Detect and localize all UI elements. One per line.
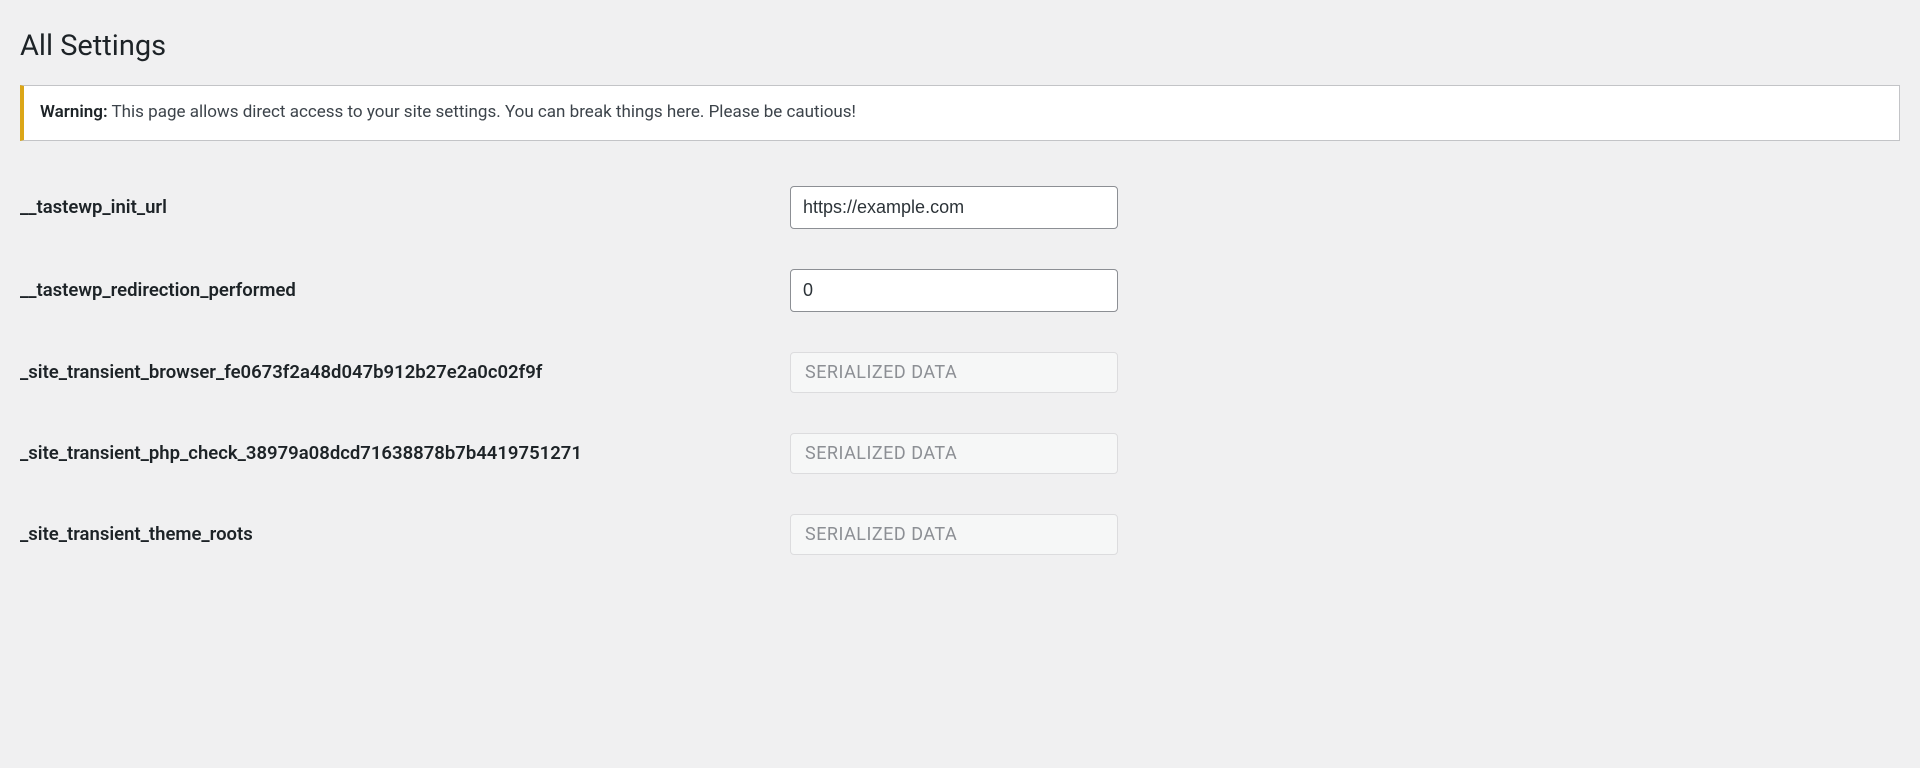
warning-label: Warning: bbox=[40, 102, 108, 122]
serialized-data-display: SERIALIZED DATA bbox=[790, 514, 1118, 555]
setting-label: _site_transient_php_check_38979a08dcd716… bbox=[20, 413, 780, 494]
setting-label: __tastewp_redirection_performed bbox=[20, 249, 780, 332]
table-row: __tastewp_init_url bbox=[20, 166, 1900, 249]
table-row: _site_transient_theme_roots SERIALIZED D… bbox=[20, 494, 1900, 575]
setting-label: _site_transient_theme_roots bbox=[20, 494, 780, 575]
warning-notice: Warning: This page allows direct access … bbox=[20, 85, 1900, 141]
setting-input-tastewp-init-url[interactable] bbox=[790, 186, 1118, 229]
serialized-data-display: SERIALIZED DATA bbox=[790, 352, 1118, 393]
table-row: __tastewp_redirection_performed bbox=[20, 249, 1900, 332]
table-row: _site_transient_php_check_38979a08dcd716… bbox=[20, 413, 1900, 494]
setting-input-tastewp-redirection-performed[interactable] bbox=[790, 269, 1118, 312]
warning-text: This page allows direct access to your s… bbox=[112, 102, 856, 122]
serialized-data-display: SERIALIZED DATA bbox=[790, 433, 1118, 474]
setting-label: _site_transient_browser_fe0673f2a48d047b… bbox=[20, 332, 780, 413]
settings-table: __tastewp_init_url __tastewp_redirection… bbox=[20, 166, 1900, 575]
page-title: All Settings bbox=[20, 20, 1900, 67]
setting-label: __tastewp_init_url bbox=[20, 166, 780, 249]
table-row: _site_transient_browser_fe0673f2a48d047b… bbox=[20, 332, 1900, 413]
